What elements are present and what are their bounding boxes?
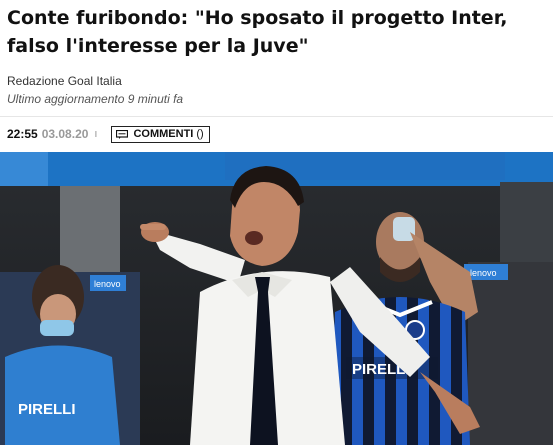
meta-separator: ı <box>94 128 98 140</box>
jersey-sponsor-left: PIRELLI <box>18 401 76 418</box>
publish-date: 03.08.20 <box>41 127 89 141</box>
comments-label: COMMENTI <box>133 128 194 140</box>
last-updated: Ultimo aggiornamento 9 minuti fa <box>7 92 184 106</box>
publish-time: 22:55 <box>7 127 38 141</box>
comment-icon <box>116 129 129 139</box>
comments-count: () <box>196 128 204 140</box>
comments-button[interactable]: COMMENTI () <box>111 125 210 143</box>
article-hero-photo: lenovo lenovo PIRELLI PIRELLI <box>0 152 553 445</box>
article-author[interactable]: Redazione Goal Italia <box>7 74 122 88</box>
board-text-left: lenovo <box>94 279 121 289</box>
article-headline: Conte furibondo: "Ho sposato il progetto… <box>7 7 508 57</box>
board-text-right: lenovo <box>470 268 497 278</box>
divider <box>0 116 553 117</box>
article-meta-row: 22:55 03.08.20 ı COMMENTI () <box>7 125 210 143</box>
